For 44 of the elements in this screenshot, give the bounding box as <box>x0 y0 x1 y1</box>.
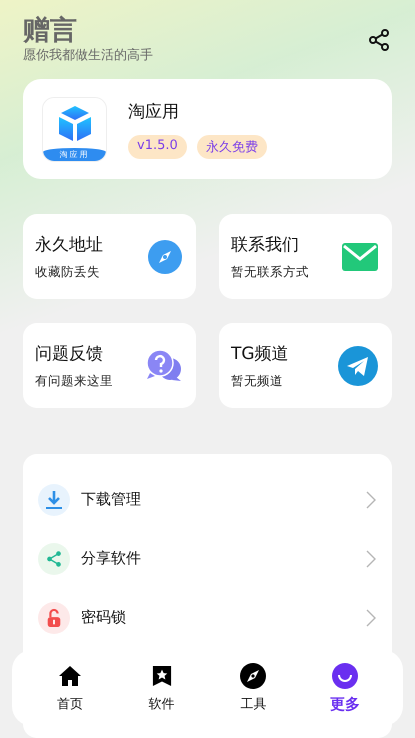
shortcut-card[interactable]: 永久地址 收藏防丢失 <box>23 214 196 300</box>
app-name: 淘应用 <box>128 100 180 123</box>
shortcut-card[interactable]: TG频道 暂无频道 <box>219 323 392 408</box>
tab-item[interactable]: 首页 <box>40 663 100 713</box>
card-subtitle: 收藏防丢失 <box>35 264 101 281</box>
envelope-icon <box>342 242 378 271</box>
card-subtitle: 有问题来这里 <box>35 372 113 390</box>
tag: 永久免费 <box>196 134 267 159</box>
menu-item[interactable]: 下载管理 <box>23 470 392 530</box>
card-title: TG频道 <box>231 342 289 365</box>
tab-item[interactable]: 软件 <box>132 663 192 713</box>
page-subtitle: 愿你我都做生活的高手 <box>23 47 153 66</box>
menu-label: 下载管理 <box>81 490 142 510</box>
shortcut-card[interactable]: 联系我们 暂无联系方式 <box>219 214 392 300</box>
smile-icon <box>332 662 358 688</box>
card-title: 联系我们 <box>231 234 300 256</box>
chevron-right-icon <box>366 490 376 509</box>
compass-icon <box>240 663 266 689</box>
card-title: 永久地址 <box>35 234 103 256</box>
question-bubble-icon <box>146 348 182 383</box>
menu-item[interactable]: 分享软件 <box>23 529 392 588</box>
download-icon <box>38 484 70 516</box>
padlock-icon <box>38 602 70 634</box>
card-title: 问题反馈 <box>35 342 104 365</box>
paper-plane-icon <box>338 346 378 386</box>
home-icon <box>58 663 82 689</box>
compass-icon <box>148 240 182 274</box>
menu-item[interactable]: 密码锁 <box>23 588 392 648</box>
bookmark-star-icon <box>152 663 172 689</box>
share-button[interactable] <box>366 27 392 54</box>
tag: v1.5.0 <box>128 134 187 159</box>
chevron-right-icon <box>366 550 376 568</box>
logo-label: 淘应用 <box>43 148 106 161</box>
menu-label: 密码锁 <box>81 608 127 628</box>
card-subtitle: 暂无联系方式 <box>231 264 309 281</box>
tab-item[interactable]: 工具 <box>223 663 284 713</box>
tab-item[interactable]: 更多 <box>315 662 376 714</box>
chevron-right-icon <box>366 608 376 627</box>
share-icon <box>367 28 391 52</box>
menu-label: 分享软件 <box>81 549 142 568</box>
page-title: 赠言 <box>23 15 78 48</box>
card-subtitle: 暂无频道 <box>231 372 284 390</box>
shortcut-card[interactable]: 问题反馈 有问题来这里 <box>23 323 196 408</box>
share-icon <box>38 542 70 575</box>
